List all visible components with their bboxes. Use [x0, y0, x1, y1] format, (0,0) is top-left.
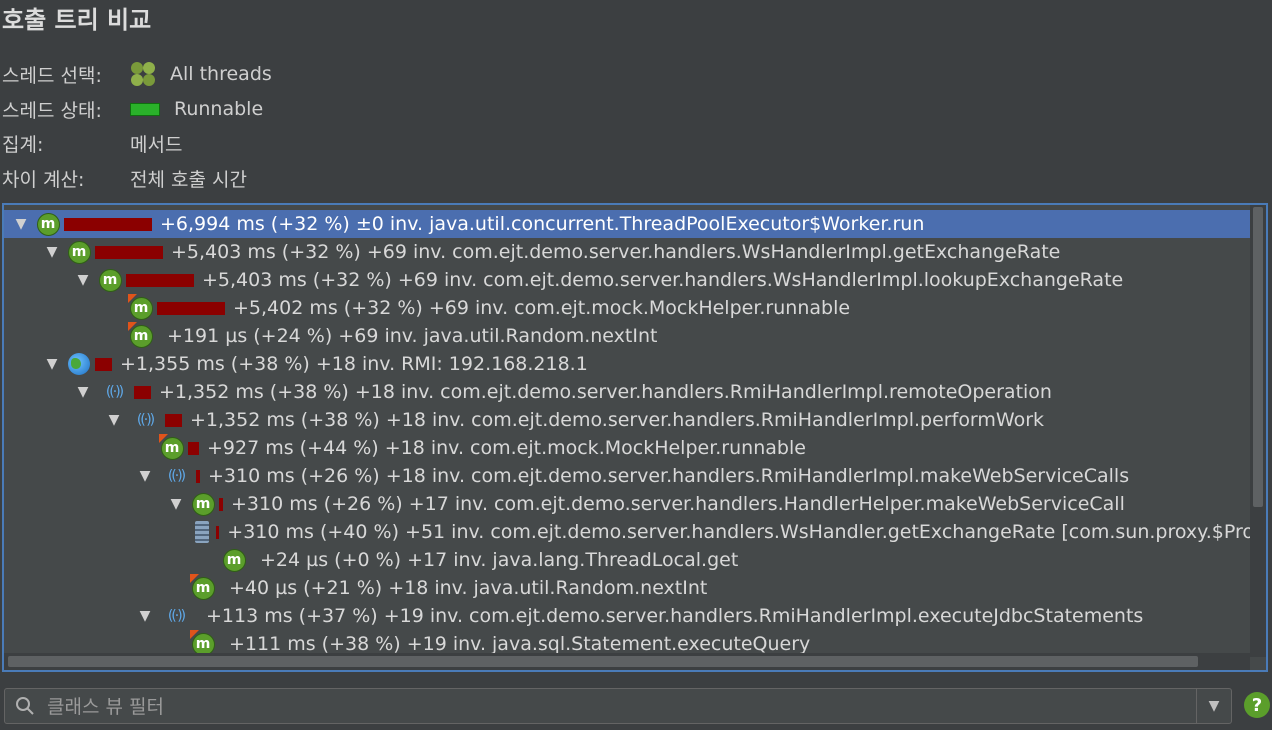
- call-tree-row-text: +310 ms (+40 %) +51 inv. com.ejt.demo.se…: [227, 521, 1254, 543]
- call-tree-row[interactable]: m +5,402 ms (+32 %) +69 inv. com.ejt.mock…: [4, 294, 1254, 322]
- time-difference-bar: [215, 525, 220, 539]
- method-icon: m: [222, 548, 246, 572]
- method-icon: m: [98, 268, 122, 292]
- call-tree-row[interactable]: m +24 µs (+0 %) +17 inv. java.lang.Thread…: [4, 546, 1254, 574]
- call-tree-row-text: +1,352 ms (+38 %) +18 inv. com.ejt.demo.…: [159, 381, 1052, 403]
- call-tree-panel[interactable]: m +111 ms (+38 %) +19 inv. java.sql.State…: [2, 203, 1268, 672]
- difference-calculation-value[interactable]: 전체 호출 시간: [130, 165, 247, 192]
- difference-calculation-label: 차이 계산:: [2, 168, 85, 191]
- call-tree-row[interactable]: m +927 ms (+44 %) +18 inv. com.ejt.mock.M…: [4, 434, 1254, 462]
- thread-state-row: 스레드 상태: Runnable: [2, 94, 263, 124]
- time-difference-bar: [95, 245, 163, 259]
- rmi-icon: ((·)): [136, 412, 155, 428]
- method-icon: m: [191, 492, 215, 516]
- time-difference-bar: [64, 217, 152, 231]
- call-tree-row-text: +5,402 ms (+32 %) +69 inv. com.ejt.mock.…: [233, 297, 851, 319]
- time-difference-bar: [95, 357, 112, 371]
- method-icon: m: [160, 436, 184, 460]
- aggregation-label: 집계:: [2, 133, 44, 156]
- rmi-icon: ((·)): [105, 384, 124, 400]
- method-icon: m: [129, 324, 153, 348]
- vertical-scrollbar-thumb[interactable]: [1253, 207, 1263, 507]
- call-tree-row-text: +6,994 ms (+32 %) ±0 inv. java.util.conc…: [160, 213, 925, 235]
- call-tree-row-text: +111 ms (+38 %) +19 inv. java.sql.Statem…: [229, 633, 811, 655]
- expand-toggle-icon[interactable]: ▼: [105, 412, 123, 428]
- thread-state-text: Runnable: [174, 98, 264, 120]
- help-icon[interactable]: ?: [1244, 692, 1270, 718]
- method-icon: m: [36, 212, 60, 236]
- chevron-down-icon: ▼: [1208, 698, 1220, 714]
- call-tree-row[interactable]: ▼ ((·)) +1,352 ms (+38 %) +18 inv. com.ejt…: [4, 378, 1254, 406]
- time-difference-bar: [219, 497, 223, 511]
- thread-selection-value[interactable]: All threads: [130, 61, 272, 87]
- call-tree-row[interactable]: ▼ m +6,994 ms (+32 %) ±0 inv. java.util.co…: [4, 210, 1254, 238]
- method-icon: m: [129, 296, 153, 320]
- call-tree-row[interactable]: ▼ +1,355 ms (+38 %) +18 inv. RMI: 192.168…: [4, 350, 1254, 378]
- thread-selection-text: All threads: [170, 63, 272, 85]
- runnable-state-icon: [130, 102, 160, 116]
- call-tree-row[interactable]: ▼ ((·)) +113 ms (+37 %) +19 inv. com.ejt.d…: [4, 602, 1254, 630]
- horizontal-scrollbar[interactable]: [4, 653, 1250, 670]
- filter-input[interactable]: [45, 691, 1189, 723]
- call-tree-row[interactable]: ▼ m +5,403 ms (+32 %) +69 inv. com.ejt.dem…: [4, 266, 1254, 294]
- call-tree-row[interactable]: ▼ m +5,403 ms (+32 %) +69 inv. com.ejt.dem…: [4, 238, 1254, 266]
- call-tree-row-text: +113 ms (+37 %) +19 inv. com.ejt.demo.se…: [206, 605, 1144, 627]
- expand-toggle-icon[interactable]: ▼: [74, 272, 92, 288]
- rmi-icon: ((·)): [167, 608, 186, 624]
- time-difference-bar: [188, 441, 199, 455]
- time-difference-bar: [165, 413, 182, 427]
- call-tree-row[interactable]: ▼ m +310 ms (+26 %) +17 inv. com.ejt.demo.…: [4, 490, 1254, 518]
- difference-calculation-row: 차이 계산: 전체 호출 시간: [2, 163, 247, 193]
- globe-icon: [67, 352, 91, 376]
- call-tree-row[interactable]: ▼ ((·)) +1,352 ms (+38 %) +18 inv. com.ejt…: [4, 406, 1254, 434]
- call-tree-row-text: +40 µs (+21 %) +18 inv. java.util.Random…: [229, 577, 708, 599]
- method-icon: m: [67, 240, 91, 264]
- call-tree-row-text: +191 µs (+24 %) +69 inv. java.util.Rando…: [167, 325, 658, 347]
- rmi-icon: ((·)): [167, 468, 186, 484]
- filter-dropdown-button[interactable]: ▼: [1196, 689, 1231, 723]
- class-view-filter[interactable]: ▼: [4, 688, 1232, 724]
- page-title: 호출 트리 비교: [2, 6, 152, 34]
- call-tree-row[interactable]: +310 ms (+40 %) +51 inv. com.ejt.demo.se…: [4, 518, 1254, 546]
- expand-toggle-icon[interactable]: ▼: [136, 468, 154, 484]
- time-difference-bar: [157, 301, 225, 315]
- webservice-icon: [191, 520, 212, 544]
- expand-toggle-icon[interactable]: ▼: [43, 356, 61, 372]
- aggregation-value[interactable]: 메서드: [130, 130, 182, 157]
- expand-toggle-icon[interactable]: ▼: [74, 384, 92, 400]
- thread-state-label: 스레드 상태:: [2, 99, 102, 122]
- aggregation-row: 집계: 메서드: [2, 128, 182, 158]
- time-difference-bar: [134, 385, 151, 399]
- time-difference-bar: [126, 273, 194, 287]
- method-icon: m: [191, 576, 215, 600]
- call-tree-row-text: +927 ms (+44 %) +18 inv. com.ejt.mock.Mo…: [207, 437, 806, 459]
- search-icon[interactable]: [15, 696, 35, 716]
- horizontal-scrollbar-thumb[interactable]: [8, 656, 1198, 667]
- call-tree-row-text: +5,403 ms (+32 %) +69 inv. com.ejt.demo.…: [202, 269, 1124, 291]
- call-tree-row-text: +5,403 ms (+32 %) +69 inv. com.ejt.demo.…: [171, 241, 1061, 263]
- call-tree-row-text: +1,352 ms (+38 %) +18 inv. com.ejt.demo.…: [190, 409, 1045, 431]
- thread-state-value[interactable]: Runnable: [130, 98, 263, 120]
- thread-selection-label: 스레드 선택:: [2, 64, 102, 87]
- time-difference-bar: [196, 469, 200, 483]
- call-tree-row-text: +310 ms (+26 %) +18 inv. com.ejt.demo.se…: [208, 465, 1130, 487]
- thread-selection-row: 스레드 선택: All threads: [2, 59, 272, 89]
- vertical-scrollbar[interactable]: [1250, 205, 1266, 657]
- call-tree-row[interactable]: m +40 µs (+21 %) +18 inv. java.util.Rando…: [4, 574, 1254, 602]
- call-tree-row-text: +1,355 ms (+38 %) +18 inv. RMI: 192.168.…: [120, 353, 588, 375]
- call-tree-row-text: +310 ms (+26 %) +17 inv. com.ejt.demo.se…: [231, 493, 1125, 515]
- expand-toggle-icon[interactable]: ▼: [12, 216, 30, 232]
- expand-toggle-icon[interactable]: ▼: [136, 608, 154, 624]
- call-tree-row[interactable]: m +191 µs (+24 %) +69 inv. java.util.Rand…: [4, 322, 1254, 350]
- call-tree-row[interactable]: ▼ ((·)) +310 ms (+26 %) +18 inv. com.ejt.d…: [4, 462, 1254, 490]
- threads-icon: [130, 61, 156, 87]
- expand-toggle-icon[interactable]: ▼: [43, 244, 61, 260]
- call-tree-row-text: +24 µs (+0 %) +17 inv. java.lang.ThreadL…: [260, 549, 739, 571]
- expand-toggle-icon[interactable]: ▼: [167, 496, 185, 512]
